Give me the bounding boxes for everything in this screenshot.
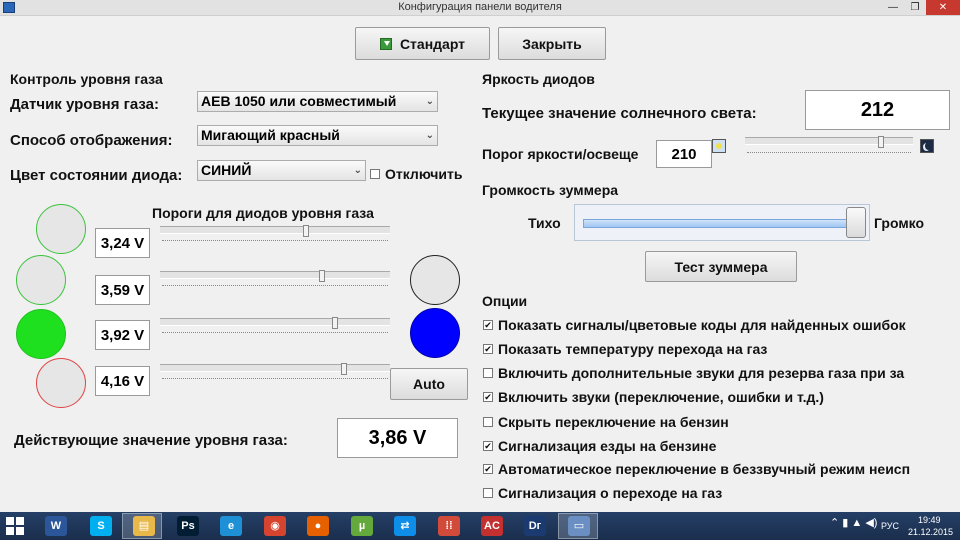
option-checkbox-3[interactable]: ✔ Включить звуки (переключение, ошибки и … (483, 389, 824, 405)
option-checkbox-1[interactable]: ✔ Показать температуру перехода на газ (483, 341, 767, 357)
firefox-icon[interactable]: ● (307, 516, 329, 536)
checkbox-box[interactable]: ✔ (483, 344, 493, 354)
taskbar: W S ▤ Ps e ◉ ● µ ⇄ ⁞⁞ AC Dг ▭ ⌃ ▮ ▲ ◀) РУС 19:49 21.… (0, 512, 960, 540)
ac-app-icon[interactable]: AC (481, 516, 503, 536)
explorer-icon[interactable]: ▤ (133, 516, 155, 536)
option-checkbox-5[interactable]: ✔ Сигнализация езды на бензине (483, 438, 716, 454)
dg-app-icon[interactable]: Dг (524, 516, 546, 536)
word-icon[interactable]: W (45, 516, 67, 536)
option-checkbox-0[interactable]: ✔ Показать сигналы/цветовые коды для найд… (483, 317, 906, 333)
checkbox-box[interactable] (483, 488, 493, 498)
option-label: Показать сигналы/цветовые коды для найде… (498, 317, 906, 333)
checkbox-box[interactable] (483, 417, 493, 427)
chrome-icon[interactable]: ◉ (264, 516, 286, 536)
option-checkbox-6[interactable]: ✔ Автоматическое переключение в беззвучны… (483, 461, 910, 477)
grid-app-icon[interactable]: ⁞⁞ (438, 516, 460, 536)
option-checkbox-4[interactable]: Скрыть переключение на бензин (483, 414, 729, 430)
checkbox-box[interactable]: ✔ (483, 441, 493, 451)
clock-time[interactable]: 19:49 (918, 515, 941, 525)
photoshop-icon[interactable]: Ps (177, 516, 199, 536)
checkbox-box[interactable]: ✔ (483, 464, 493, 474)
option-checkbox-7[interactable]: Сигнализация о переходе на газ (483, 485, 722, 501)
checkbox-box[interactable]: ✔ (483, 392, 493, 402)
option-label: Автоматическое переключение в беззвучный… (498, 461, 911, 477)
teamviewer-icon[interactable]: ⇄ (394, 516, 416, 536)
tray-icons[interactable]: ⌃ ▮ ▲ ◀) (830, 516, 877, 529)
skype-icon[interactable]: S (90, 516, 112, 536)
options-list: ✔ Показать сигналы/цветовые коды для найд… (0, 0, 956, 512)
panel-config-app-icon[interactable]: ▭ (568, 516, 590, 536)
windows-start-icon[interactable] (6, 517, 24, 535)
ie-icon[interactable]: e (220, 516, 242, 536)
option-label: Скрыть переключение на бензин (498, 414, 729, 430)
option-label: Включить дополнительные звуки для резерв… (498, 365, 905, 381)
utorrent-icon[interactable]: µ (351, 516, 373, 536)
checkbox-box[interactable] (483, 368, 493, 378)
option-checkbox-2[interactable]: Включить дополнительные звуки для резерв… (483, 365, 904, 381)
clock-date[interactable]: 21.12.2015 (908, 527, 953, 537)
option-label: Сигнализация о переходе на газ (498, 485, 723, 501)
option-label: Включить звуки (переключение, ошибки и т… (498, 389, 824, 405)
option-label: Показать температуру перехода на газ (498, 341, 768, 357)
language-indicator[interactable]: РУС (881, 521, 899, 531)
option-label: Сигнализация езды на бензине (498, 438, 717, 454)
checkbox-box[interactable]: ✔ (483, 320, 493, 330)
